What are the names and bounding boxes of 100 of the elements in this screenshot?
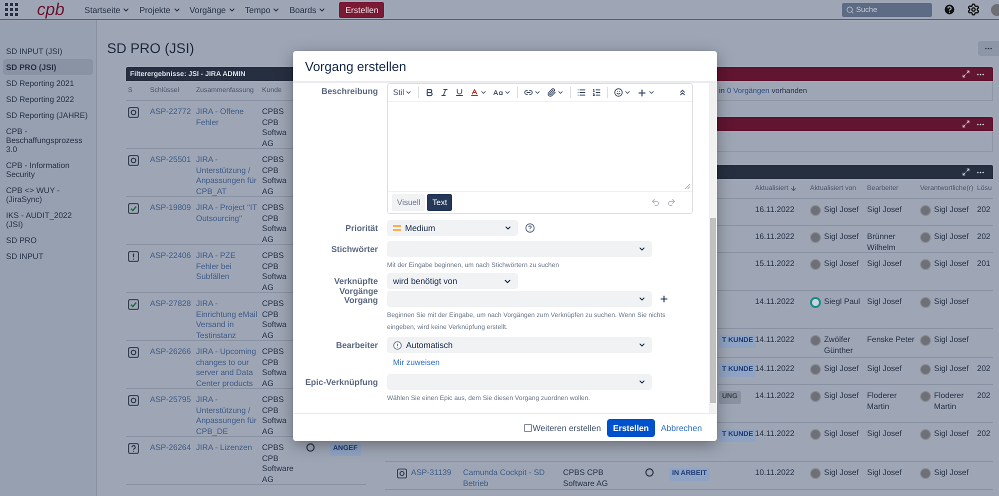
sidebar-item[interactable]: SD Reporting 2022 bbox=[3, 91, 93, 107]
issue-key-link[interactable]: ASP-26264 bbox=[150, 443, 191, 454]
person-name: Sigl Josef bbox=[824, 468, 859, 478]
issue-summary-link[interactable]: JIRA - Upcoming changes to our server and Data Center products bbox=[196, 347, 258, 389]
nav-menu[interactable]: Boards bbox=[289, 4, 326, 14]
help-icon[interactable] bbox=[943, 3, 956, 16]
issue-key-link[interactable]: ASP-25795 bbox=[150, 395, 191, 406]
customer-text: CPBS CPB Softwa AG bbox=[262, 299, 288, 341]
create-button[interactable]: Erstellen bbox=[339, 2, 384, 18]
person-name: Sigl Josef bbox=[824, 259, 859, 270]
assignee-select[interactable]: Automatisch bbox=[387, 337, 652, 353]
assignee-name: Brünner Wilhelm bbox=[867, 232, 896, 253]
resolution-text: 202 bbox=[977, 429, 990, 440]
sidebar-item[interactable]: SD PRO (JSI) bbox=[3, 59, 93, 75]
settings-icon[interactable] bbox=[967, 3, 980, 16]
expand-icon[interactable] bbox=[962, 168, 970, 176]
assignee-name: Sigl Josef bbox=[867, 205, 902, 216]
add-icon[interactable] bbox=[659, 294, 669, 304]
issue-key-link[interactable]: ASP-31139 bbox=[411, 468, 452, 478]
person-name: Sigl Josef bbox=[934, 232, 969, 242]
issue-key-link[interactable]: ASP-22406 bbox=[150, 251, 191, 262]
sidebar-item[interactable]: SD INPUT bbox=[3, 248, 93, 264]
issue-key-link[interactable]: ASP-25501 bbox=[150, 155, 191, 166]
text-size-icon[interactable] bbox=[493, 88, 504, 98]
customer-text: CPBS CPB Softwa AG bbox=[262, 347, 288, 389]
underline-icon[interactable] bbox=[455, 88, 464, 97]
issue-key-link[interactable]: ASP-19809 bbox=[150, 203, 191, 214]
sidebar-item[interactable]: SD Reporting 2021 bbox=[3, 75, 93, 91]
sidebar-item[interactable]: SD PRO bbox=[3, 232, 93, 248]
chevron-down-icon bbox=[480, 89, 488, 96]
logo: cpb bbox=[37, 0, 64, 18]
issue-summary-link[interactable]: JIRA - Einrichtung eMail Versand in Testinstanz bbox=[196, 299, 258, 341]
assign-to-me-link[interactable]: Mir zuweisen bbox=[393, 358, 440, 367]
italic-icon[interactable] bbox=[440, 88, 450, 97]
sidebar-item[interactable]: CPB - Information Security bbox=[3, 157, 93, 182]
customer-text: CPBS CPB Softwa AG bbox=[262, 395, 288, 437]
expand-icon[interactable] bbox=[962, 70, 970, 78]
create-button[interactable]: Erstellen bbox=[606, 418, 655, 436]
person-name: Floderer Martin bbox=[934, 391, 965, 412]
chevron-down-icon bbox=[504, 224, 512, 232]
checkbox[interactable] bbox=[524, 424, 532, 432]
issue-summary-link[interactable]: Camunda Cockpit - SD Betrieb bbox=[463, 468, 559, 489]
page-title: SD PRO (JSI) bbox=[107, 40, 194, 56]
priority-select[interactable]: Medium bbox=[387, 220, 518, 236]
resolution-text: 202 bbox=[977, 205, 990, 216]
issue-summary-link[interactable]: JIRA - Unterstützung / Anpassungen für CPB_AT bbox=[196, 155, 258, 197]
person-name: Sigl Josef bbox=[934, 205, 969, 216]
sidebar-item[interactable]: IKS - AUDIT_2022 (JSI) bbox=[3, 207, 93, 232]
issue-key-link[interactable]: ASP-26266 bbox=[150, 347, 191, 358]
nav-menu[interactable]: Tempo bbox=[244, 4, 280, 14]
help-icon[interactable] bbox=[525, 223, 535, 233]
issue-summary-link[interactable]: JIRA - PZE Fehler bei Subfällen bbox=[196, 251, 258, 282]
issue-key-link[interactable]: ASP-22772 bbox=[150, 107, 191, 118]
sidebar-item[interactable]: SD Reporting (JAHRE) bbox=[3, 107, 93, 123]
numbered-list-icon[interactable] bbox=[592, 88, 602, 97]
bullet-list-icon[interactable] bbox=[577, 88, 586, 97]
bold-icon[interactable] bbox=[425, 88, 434, 97]
issue-summary-link[interactable]: JIRA - Offene Fehler bbox=[196, 107, 258, 128]
nav-menu[interactable]: Startseite bbox=[84, 4, 130, 14]
issue-summary-link[interactable]: JIRA - Lizenzen bbox=[196, 443, 252, 454]
style-menu[interactable]: Stil bbox=[393, 88, 412, 97]
date-text: 16.11.2022 bbox=[755, 232, 794, 242]
person-name: Sigl Josef bbox=[934, 429, 969, 440]
date-text: 14.11.2022 bbox=[755, 364, 794, 374]
issue-summary-link[interactable]: JIRA - Unterstützung / Anpassungen für CPB_DE bbox=[196, 395, 258, 437]
customer-text: CPBS CPB Software AG bbox=[262, 443, 295, 485]
link-icon[interactable] bbox=[524, 88, 534, 97]
person-name: Siegl Paul bbox=[824, 297, 860, 308]
field-label: Bearbeiter bbox=[336, 339, 378, 350]
assignee-name: Sigl Josef bbox=[867, 468, 902, 478]
paperclip-icon[interactable] bbox=[547, 88, 556, 97]
customer-text: CPBS CPB Softwa AG bbox=[262, 155, 288, 197]
mode-tab[interactable]: Text bbox=[427, 194, 452, 211]
description-input[interactable] bbox=[388, 101, 692, 192]
sort-arrow-icon bbox=[790, 185, 798, 192]
issue-key-link[interactable]: ASP-27828 bbox=[150, 299, 191, 310]
collapse-icon[interactable] bbox=[678, 88, 687, 97]
customer-text: CPBS CPB Softwa AG bbox=[262, 251, 288, 293]
date-text: 14.11.2022 bbox=[755, 335, 794, 346]
sidebar-item[interactable]: SD INPUT (JSI) bbox=[3, 43, 93, 59]
assignee-name: Sigl Josef bbox=[867, 259, 902, 270]
scrollbar[interactable] bbox=[709, 83, 717, 413]
app-grid-icon[interactable] bbox=[5, 3, 18, 16]
emoji-icon[interactable] bbox=[614, 88, 624, 97]
field-label: Beschreibung bbox=[321, 85, 378, 96]
text-color-icon[interactable] bbox=[470, 88, 480, 97]
sidebar-item[interactable]: CPB <> WUY - (JiraSync) bbox=[3, 182, 93, 207]
link-type-select[interactable]: wird benötigt von bbox=[387, 273, 518, 289]
mode-tab[interactable]: Visuell bbox=[392, 194, 426, 211]
issue-summary-link[interactable]: JIRA - Project "IT Outsourcing" bbox=[196, 203, 258, 224]
assignee-name: Floderer Martin bbox=[867, 391, 898, 412]
assignee-name: Sigl Josef bbox=[867, 429, 902, 440]
chevron-down-icon bbox=[638, 295, 646, 303]
nav-menu[interactable]: Vorgänge bbox=[190, 4, 236, 14]
sidebar-item[interactable]: CPB - Beschaffungsprozess 3.0 bbox=[3, 123, 93, 157]
plus-icon[interactable] bbox=[637, 88, 648, 98]
chevron-down-icon bbox=[638, 245, 646, 253]
expand-icon[interactable] bbox=[962, 120, 970, 128]
nav-menu[interactable]: Projekte bbox=[139, 4, 181, 14]
cancel-link[interactable]: Abbrechen bbox=[660, 422, 702, 432]
